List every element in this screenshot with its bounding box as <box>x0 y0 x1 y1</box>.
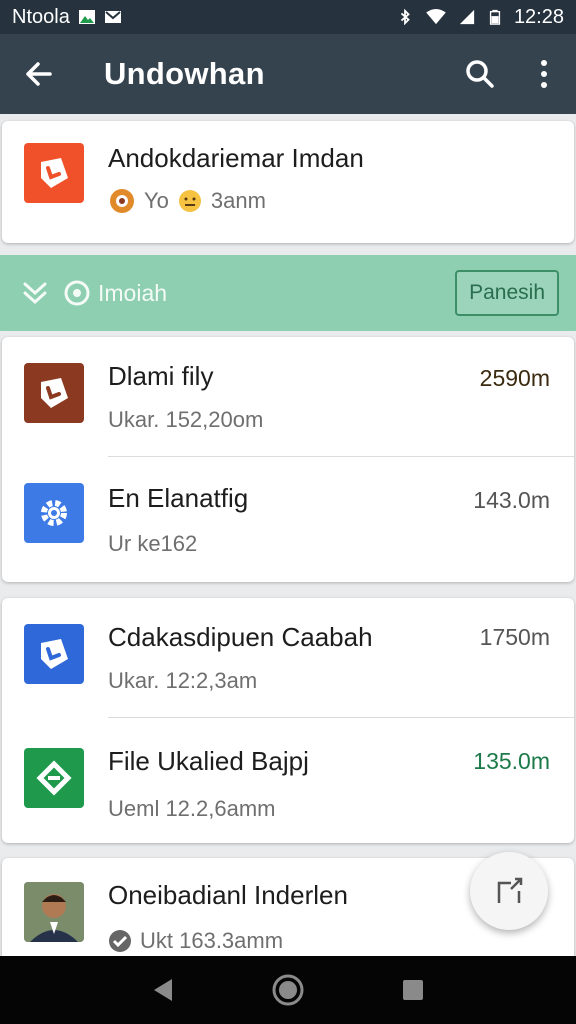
app-group-card-1: Dlami fily Ukar. 152,20om 2590m En Elana… <box>2 337 574 582</box>
share-icon <box>24 748 84 808</box>
emoji-icon <box>110 189 134 213</box>
item-size: 135.0m <box>473 748 550 774</box>
circle-home-icon <box>272 974 304 1006</box>
tag-icon <box>24 363 84 423</box>
system-nav-bar <box>0 956 576 1024</box>
square-recents-icon <box>403 980 424 1000</box>
battery-icon <box>489 9 501 25</box>
chevron-double-down-icon[interactable] <box>20 278 50 308</box>
item-size: 2590m <box>479 365 550 391</box>
nav-recents-button[interactable] <box>383 960 443 1020</box>
check-circle-icon <box>109 930 131 952</box>
item-size: 143.0m <box>473 487 550 513</box>
list-item[interactable]: Cdakasdipuen Caabah Ukar. 12:2,3am 1750m <box>2 598 574 718</box>
image-notification-icon <box>78 10 95 24</box>
status-bar: Ntoola 12:28 <box>0 0 576 34</box>
list-item[interactable]: En Elanatfig Ur ke162 143.0m <box>2 457 574 582</box>
nav-home-button[interactable] <box>258 960 318 1020</box>
item-title: En Elanatfig <box>108 483 249 513</box>
list-item[interactable]: File Ukalied Bajpj Ueml 12.2,6amm 135.0m <box>2 718 574 843</box>
item-subtitle: Ukt 163.3amm <box>140 928 284 953</box>
item-subtitle: Ueml 12.2,6amm <box>108 796 276 821</box>
item-sub-b: 3anm <box>210 188 266 213</box>
floating-action-button[interactable] <box>470 852 548 930</box>
face-emoji-icon <box>178 190 201 212</box>
item-title: File Ukalied Bajpj <box>108 746 309 776</box>
tag-icon <box>24 624 84 684</box>
top-item-card[interactable]: Andokdariemar Imdan Yo 3anm <box>2 121 574 243</box>
triangle-back-icon <box>153 979 172 1001</box>
section-label: Imoiah <box>98 279 168 306</box>
back-button[interactable] <box>0 34 76 114</box>
arrow-left-icon <box>26 62 52 86</box>
item-size: 1750m <box>479 624 550 650</box>
open-external-icon <box>497 877 523 903</box>
overflow-menu-button[interactable] <box>512 34 576 114</box>
tag-icon <box>24 143 84 203</box>
section-action-button[interactable]: Panesih <box>455 270 559 316</box>
app-group-card-2: Cdakasdipuen Caabah Ukar. 12:2,3am 1750m… <box>2 598 574 843</box>
page-title: Undowhan <box>104 56 265 91</box>
item-subtitle: Ur ke162 <box>108 531 198 556</box>
signal-icon <box>459 9 475 25</box>
mail-notification-icon <box>104 11 121 23</box>
section-header: Imoiah Panesih <box>0 255 576 331</box>
more-vert-icon <box>541 60 547 88</box>
search-icon <box>466 60 494 88</box>
item-subtitle: Ukar. 152,20om <box>108 407 264 432</box>
item-subtitle: Ukar. 12:2,3am <box>108 668 258 693</box>
wifi-icon <box>426 9 446 25</box>
item-title: Oneibadianl Inderlen <box>108 880 348 910</box>
item-sub-a: Yo <box>144 188 169 213</box>
bluetooth-icon <box>400 9 410 25</box>
clock: 12:28 <box>513 5 564 28</box>
refresh-icon <box>64 280 90 306</box>
nav-back-button[interactable] <box>133 960 193 1020</box>
app-bar: Undowhan <box>0 34 576 114</box>
search-button[interactable] <box>448 34 512 114</box>
carrier-label: Ntoola <box>12 5 70 28</box>
list-item[interactable]: Dlami fily Ukar. 152,20om 2590m <box>2 337 574 457</box>
gear-icon <box>24 483 84 543</box>
item-title: Andokdariemar Imdan <box>108 143 364 173</box>
item-title: Cdakasdipuen Caabah <box>108 622 373 652</box>
item-title: Dlami fily <box>108 361 214 391</box>
avatar <box>24 882 84 942</box>
